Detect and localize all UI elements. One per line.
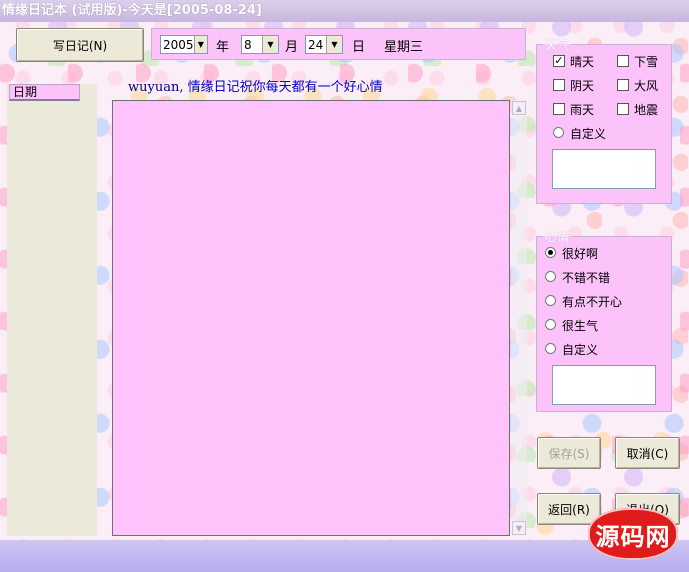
weather-custom-label: 自定义 [570, 127, 607, 141]
date-list[interactable]: 日期 [7, 84, 97, 536]
mood-group-title: 心情 [545, 230, 570, 244]
weekday-label: 星期三 [384, 40, 424, 55]
weather-option-label: 地震 [634, 103, 659, 117]
weather-radio-custom[interactable] [553, 127, 564, 138]
date-panel: 2005 ▼ 年 8 ▼ 月 24 ▼ 日 星期三 [151, 28, 526, 60]
weather-option-label: 大风 [634, 79, 659, 93]
weather-option-label: 下雪 [634, 55, 659, 69]
month-label: 月 [285, 40, 299, 55]
mood-option-label: 有点不开心 [562, 295, 623, 309]
mood-radio-good[interactable] [545, 271, 556, 282]
window-title: 情缘日记本 (试用版)-今天是[2005-08-24] [2, 3, 262, 18]
weather-option-label: 阴天 [570, 79, 595, 93]
month-select[interactable]: 8 ▼ [241, 35, 279, 54]
mood-radio-unhappy[interactable] [545, 295, 556, 306]
save-button[interactable]: 保存(S) [537, 437, 601, 469]
status-bar [0, 540, 689, 572]
weather-checkbox-windy[interactable] [617, 79, 629, 91]
year-value: 2005 [163, 37, 194, 52]
month-value: 8 [244, 37, 252, 52]
mood-radio-angry[interactable] [545, 319, 556, 330]
weather-checkbox-sunny[interactable]: ✓ [553, 55, 565, 67]
mood-radio-custom[interactable] [545, 343, 556, 354]
diary-text-area[interactable] [112, 100, 510, 536]
weather-group-title: 天气 [545, 38, 570, 52]
weather-checkbox-earthquake[interactable] [617, 103, 629, 115]
year-select[interactable]: 2005 ▼ [160, 35, 208, 54]
watermark-stamp: 源码网 [588, 508, 678, 560]
weather-option-label: 晴天 [570, 55, 595, 69]
scroll-up-icon[interactable]: ▲ [512, 101, 526, 115]
chevron-down-icon[interactable]: ▼ [326, 36, 342, 53]
mood-option-label: 自定义 [562, 343, 599, 357]
mood-option-label: 很好啊 [562, 247, 599, 261]
mood-radio-great[interactable] [545, 247, 556, 258]
year-label: 年 [216, 40, 230, 55]
mood-option-label: 不错不错 [562, 271, 611, 285]
write-diary-button[interactable]: 写日记(N) [16, 28, 144, 62]
mood-custom-input[interactable] [552, 365, 656, 405]
greeting-message: 情缘日记祝你每天都有一个好心情 [187, 80, 383, 95]
mood-option-label: 很生气 [562, 319, 599, 333]
watermark-text: 源码网 [595, 521, 671, 551]
weather-checkbox-snow[interactable] [617, 55, 629, 67]
weather-checkbox-rain[interactable] [553, 103, 565, 115]
greeting-username: wuyuan, [128, 80, 184, 95]
weather-option-label: 雨天 [570, 103, 595, 117]
chevron-down-icon[interactable]: ▼ [193, 36, 207, 53]
window-title-bar: 情缘日记本 (试用版)-今天是[2005-08-24] [0, 0, 689, 22]
day-select[interactable]: 24 ▼ [305, 35, 343, 54]
back-button[interactable]: 返回(R) [537, 493, 601, 525]
weather-checkbox-cloudy[interactable] [553, 79, 565, 91]
day-label: 日 [352, 40, 366, 55]
chevron-down-icon[interactable]: ▼ [262, 36, 278, 53]
day-value: 24 [308, 37, 324, 52]
weather-custom-input[interactable] [552, 149, 656, 189]
editor-scrollbar[interactable]: ▲ ▼ [511, 100, 527, 536]
cancel-button[interactable]: 取消(C) [615, 437, 680, 469]
scroll-down-icon[interactable]: ▼ [512, 521, 526, 535]
greeting: wuyuan, 情缘日记祝你每天都有一个好心情 [128, 76, 383, 95]
date-column-header[interactable]: 日期 [9, 84, 80, 101]
